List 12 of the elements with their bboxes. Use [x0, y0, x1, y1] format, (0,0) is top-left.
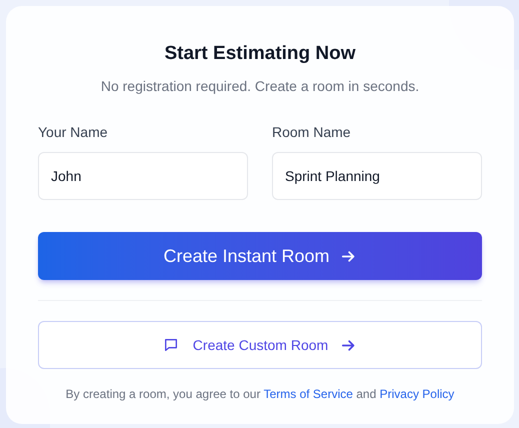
field-label: Your Name: [38, 123, 109, 142]
create-custom-room-button[interactable]: Create Custom Room: [38, 321, 482, 369]
terms-link[interactable]: Terms of Service: [264, 387, 353, 401]
input-field[interactable]: John: [38, 152, 248, 200]
input-field[interactable]: Sprint Planning: [272, 152, 482, 200]
heading: Start Estimating Now: [163, 42, 357, 66]
field-label: Room Name: [272, 123, 352, 142]
subtitle: No registration required. Create a room in seconds.: [100, 77, 420, 96]
chat-bubble-icon: [162, 337, 179, 353]
create-instant-room-button[interactable]: Create Instant Room: [38, 232, 482, 280]
terms-notice: By creating a room, you agree to our Terms of Service and Privacy Policy: [64, 386, 456, 403]
privacy-link[interactable]: Privacy Policy: [380, 387, 454, 401]
